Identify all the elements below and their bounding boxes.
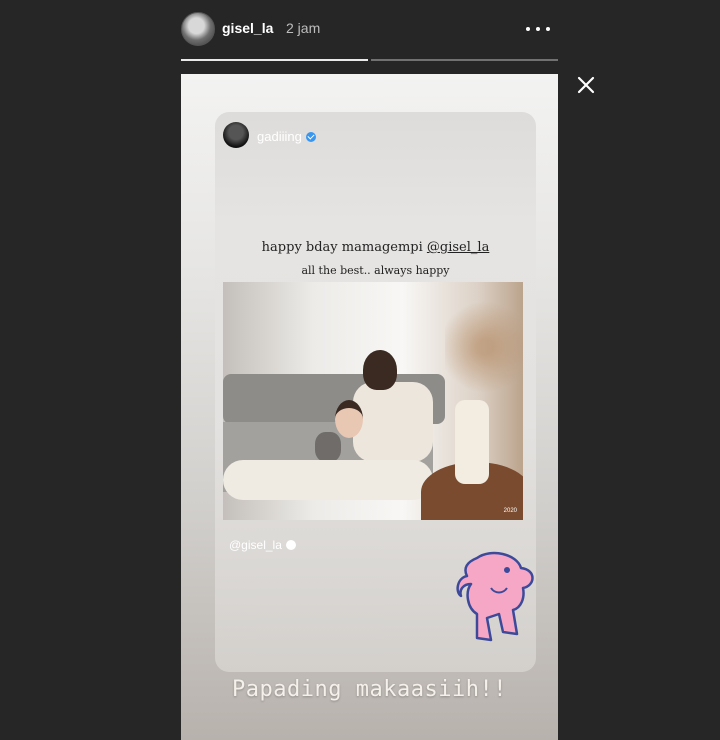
profile-avatar[interactable]	[181, 12, 215, 46]
post-caption-text: happy bday mamagempi	[261, 240, 427, 255]
woman-figure	[353, 382, 433, 462]
post-caption-mention[interactable]: @gisel_la	[427, 240, 489, 255]
story-header: gisel_la 2 jam	[181, 12, 558, 46]
progress-segment-viewed	[181, 59, 368, 61]
post-caption: happy bday mamagempi @gisel_la	[215, 240, 536, 255]
child-figure	[335, 400, 363, 438]
woman-hair	[363, 350, 397, 390]
photo-tag-user[interactable]: @gisel_la	[229, 538, 282, 552]
verified-badge-icon	[285, 540, 296, 550]
post-author-name[interactable]: gadiiing	[257, 129, 302, 144]
progress-segment-pending	[371, 59, 558, 61]
close-icon[interactable]	[575, 74, 597, 96]
photo-tag[interactable]: @gisel_la	[229, 538, 296, 552]
dried-branches	[445, 282, 523, 412]
post-author-avatar[interactable]	[223, 122, 249, 148]
post-photo[interactable]: 2020	[223, 282, 523, 520]
post-author[interactable]: gadiiing	[257, 129, 316, 144]
story-card[interactable]: gadiiing happy bday mamagempi @gisel_la …	[181, 74, 558, 740]
story-progress-bar	[181, 59, 558, 62]
story-username[interactable]: gisel_la	[222, 20, 273, 36]
verified-badge-icon	[305, 132, 316, 142]
post-caption-line2: all the best.. always happy	[301, 264, 450, 277]
story-caption: Papading makaasiih!!	[232, 677, 507, 702]
photo-watermark: 2020	[503, 508, 517, 514]
more-options-icon[interactable]	[526, 19, 550, 39]
cat-figure	[315, 432, 341, 462]
story-timestamp: 2 jam	[286, 20, 321, 36]
fur-rug	[223, 460, 433, 500]
vase	[455, 400, 489, 484]
elephant-sticker-icon[interactable]	[447, 548, 539, 648]
